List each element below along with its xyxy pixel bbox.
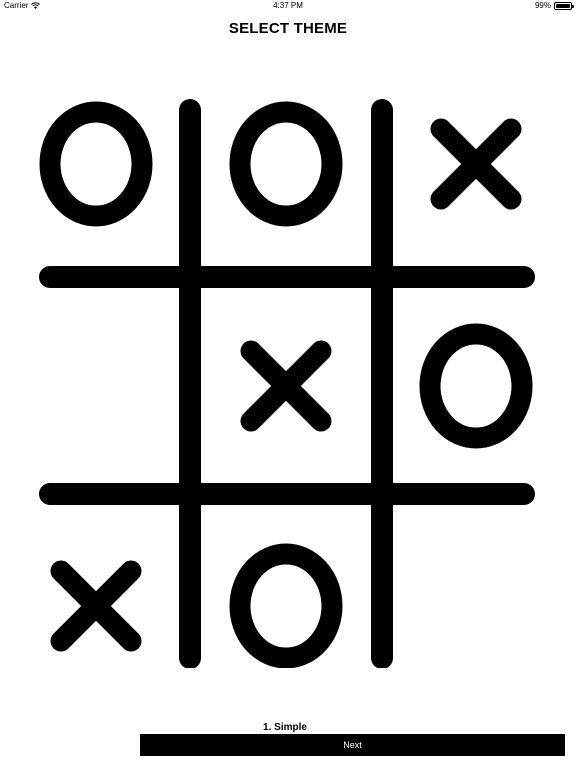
battery-tip [572, 5, 574, 8]
battery-icon [554, 2, 574, 10]
x-mark [430, 118, 522, 210]
battery-percent: 99% [534, 1, 551, 10]
status-right: 99% [534, 0, 574, 12]
x-mark [50, 560, 142, 652]
board-graphic [39, 99, 535, 668]
theme-preview-board[interactable] [38, 96, 538, 668]
page-title: SELECT THEME [228, 20, 348, 37]
board-marks [39, 101, 533, 668]
o-mark [229, 101, 343, 227]
o-mark [39, 101, 153, 227]
next-button[interactable]: Next [140, 734, 565, 756]
theme-name-label: 1. Simple [263, 722, 307, 733]
status-bar: Carrier 4:37 PM 99% [0, 0, 576, 12]
x-mark [240, 340, 332, 432]
battery-fill [556, 4, 570, 8]
status-time: 4:37 PM [273, 1, 303, 10]
o-mark [419, 323, 533, 449]
o-mark [229, 543, 343, 668]
